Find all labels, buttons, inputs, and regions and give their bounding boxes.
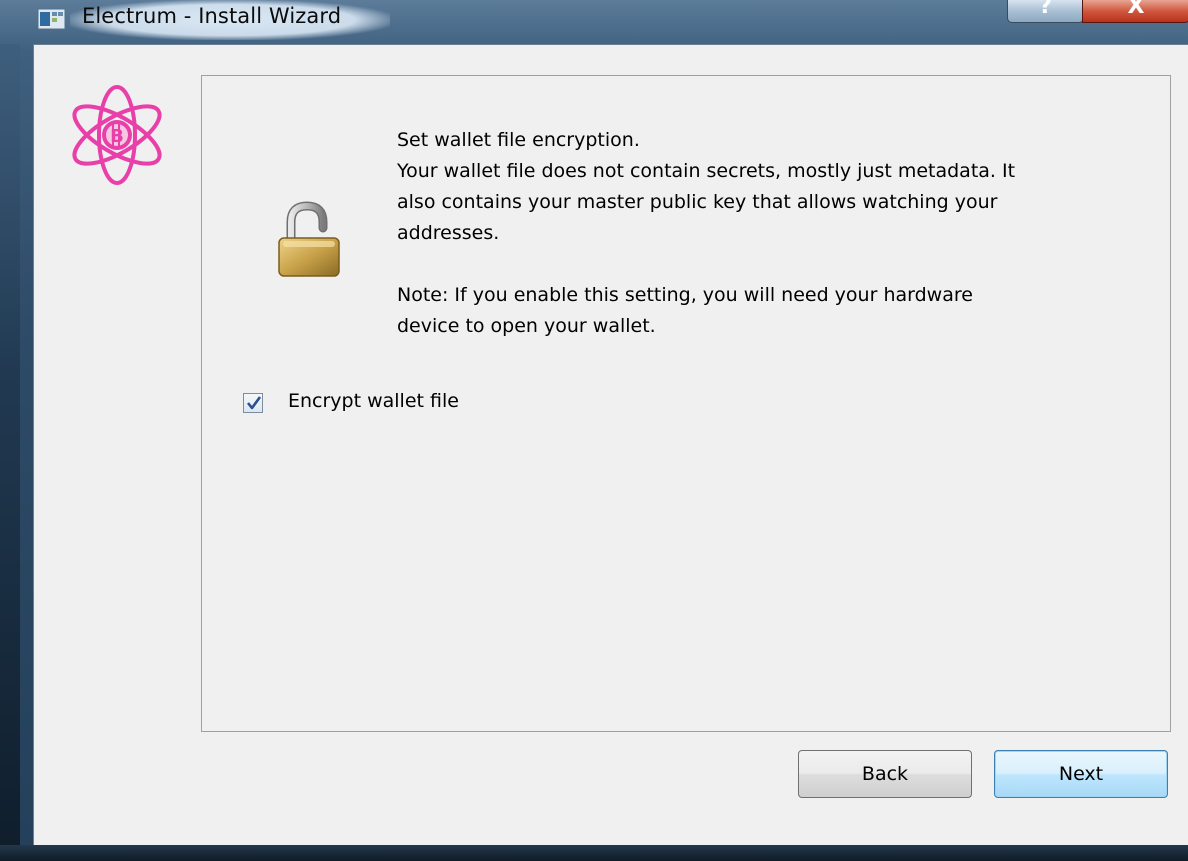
title-bar[interactable]: Electrum - Install Wizard ? X — [0, 0, 1188, 44]
message-line: Your wallet file does not contain secret… — [397, 160, 1016, 182]
close-button[interactable]: X — [1082, 0, 1188, 23]
encrypt-wallet-checkbox[interactable] — [243, 393, 263, 413]
message-title: Set wallet file encryption. — [397, 129, 640, 151]
open-padlock-icon — [278, 201, 340, 277]
close-icon: X — [1127, 0, 1145, 19]
electrum-logo-icon: B — [72, 85, 162, 185]
next-button[interactable]: Next — [994, 750, 1168, 798]
message-line: also contains your master public key tha… — [397, 191, 998, 213]
window-frame-bottom — [0, 845, 1188, 861]
window-title: Electrum - Install Wizard — [82, 4, 342, 28]
help-button[interactable]: ? — [1007, 0, 1084, 23]
message-line: addresses. — [397, 222, 500, 244]
electrum-app-icon — [37, 8, 66, 30]
install-wizard-window: Electrum - Install Wizard ? X B Set wall… — [0, 0, 1188, 861]
encrypt-wallet-label[interactable]: Encrypt wallet file — [288, 390, 459, 412]
message-note: Note: If you enable this setting, you wi… — [397, 284, 973, 306]
back-button[interactable]: Back — [798, 750, 972, 798]
help-icon: ? — [1039, 0, 1052, 19]
checkmark-icon — [246, 396, 262, 410]
message-note: device to open your wallet. — [397, 315, 656, 337]
encryption-message: Set wallet file encryption. Your wallet … — [397, 125, 1137, 342]
window-frame-left — [0, 44, 20, 861]
